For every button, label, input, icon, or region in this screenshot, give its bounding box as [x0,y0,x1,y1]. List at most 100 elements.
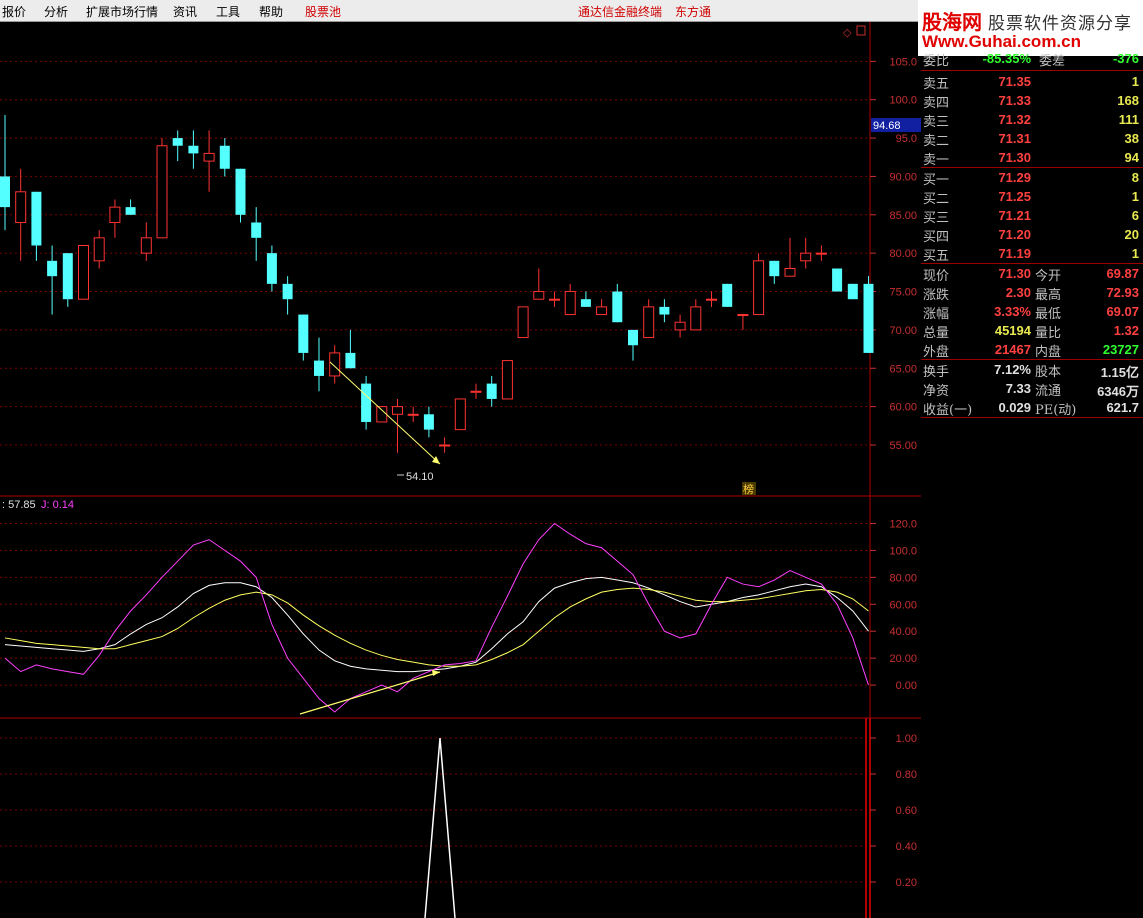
candle[interactable] [439,437,451,453]
candle[interactable] [298,314,309,361]
ask-row[interactable]: 卖五 71.35 1 [921,73,1143,92]
candle[interactable] [282,276,293,315]
bid-row[interactable]: 买五 71.19 1 [921,245,1143,264]
bid-row[interactable]: 买三 71.21 6 [921,207,1143,226]
candle[interactable] [564,283,576,316]
candle[interactable] [628,329,638,361]
candle[interactable] [549,291,560,307]
candle[interactable] [423,406,434,438]
ask-row[interactable]: 卖二 71.31 38 [921,130,1143,149]
candle[interactable] [314,337,324,392]
candle[interactable] [580,291,591,307]
candle[interactable] [78,244,89,300]
candle[interactable] [203,130,215,192]
stat-label: 今开 [1035,269,1062,284]
candle[interactable] [815,245,827,261]
candle[interactable] [345,329,356,369]
candle[interactable] [219,138,230,177]
candle[interactable] [376,406,388,423]
stat-label: 涨跌 [923,288,950,303]
candle[interactable] [470,383,482,399]
candle[interactable] [93,230,105,269]
menu-stock-pool[interactable]: 股票池 [305,3,341,20]
candle[interactable] [329,345,341,384]
candle[interactable] [674,314,686,338]
kdj-k-label: : 57.85 [2,499,36,511]
bid-row[interactable]: 买二 71.25 1 [921,188,1143,207]
ask-row[interactable]: 卖三 71.32 111 [921,111,1143,130]
candle[interactable] [706,291,717,307]
candle[interactable] [737,314,749,330]
candle[interactable] [643,299,655,339]
diamond-icon[interactable]: ◇ [843,26,852,39]
candle[interactable] [266,245,277,292]
menu-extended-market[interactable]: 扩展市场行情 [86,3,158,20]
candle[interactable] [251,207,262,261]
candle[interactable] [753,253,765,316]
candle[interactable] [62,253,73,307]
bid-price: 71.19 [998,246,1031,261]
candle[interactable] [140,222,152,261]
candle[interactable] [690,299,702,331]
candle[interactable] [612,283,623,323]
candle[interactable] [769,260,780,284]
stat-row: 总量 45194 量比 1.32 [921,322,1143,341]
stat-row: 涨跌 2.30 最高 72.93 [921,284,1143,303]
candle[interactable] [31,191,42,261]
candle[interactable] [172,130,183,162]
ask-volume: 111 [1118,112,1139,127]
candle[interactable] [0,115,10,231]
candle[interactable] [156,138,168,239]
ask-row[interactable]: 卖一 71.30 94 [921,149,1143,168]
stat-value: 45194 [994,323,1031,338]
menu-news[interactable]: 资讯 [173,3,197,20]
candle[interactable] [533,268,545,300]
logo-url: Www.Guhai.com.cn [922,32,1081,51]
candle[interactable] [722,283,733,307]
candle[interactable] [109,199,121,238]
stat-row: 现价 71.30 今开 69.87 [921,265,1143,284]
candle[interactable] [486,375,497,407]
ask-volume: 168 [1117,93,1139,108]
candle[interactable] [47,245,58,315]
candle[interactable] [235,168,246,223]
menu-analysis[interactable]: 分析 [44,3,68,20]
menu-quote[interactable]: 报价 [2,3,26,20]
candle[interactable] [188,130,199,169]
ask-label: 卖三 [923,115,950,130]
order-ratio-value: -85.35% [982,51,1031,66]
candle[interactable] [832,268,843,292]
rank-badge[interactable]: 榜 [743,482,754,496]
ask-row[interactable]: 卖四 71.33 168 [921,92,1143,111]
candle[interactable] [407,406,419,422]
menu-tools[interactable]: 工具 [216,3,240,20]
candle[interactable] [863,276,874,353]
candle[interactable] [517,306,529,339]
candle[interactable] [454,398,466,431]
kdj-tick-label: 60.00 [889,599,917,611]
stat-row: 外盘 21467 内盘 23727 [921,341,1143,360]
candle[interactable] [800,237,812,269]
ask-price: 71.31 [998,131,1031,146]
window-icon[interactable] [856,25,866,36]
kdj-tick-label: 80.00 [889,572,917,584]
kdj-j-label: J: 0.14 [41,499,74,511]
candle[interactable] [361,375,372,430]
bid-label: 买三 [923,211,950,226]
bid-row[interactable]: 买四 71.20 20 [921,226,1143,245]
candle[interactable] [659,299,670,323]
candle[interactable] [15,168,27,261]
menu-help[interactable]: 帮助 [259,3,283,20]
candle[interactable] [784,237,796,277]
candle[interactable] [847,283,858,300]
chart-area[interactable]: 105.0 100.0 95.0 90.00 85.00 80.00 75.00 70.00 6… [0,22,921,918]
candle[interactable] [596,299,608,316]
arrow-head-icon [432,670,440,676]
ask-price: 71.30 [998,150,1031,165]
fundamental-value: 1.15亿 [1100,365,1139,380]
candle[interactable] [501,360,513,400]
stat-label: 量比 [1035,326,1062,341]
bid-row[interactable]: 买一 71.29 8 [921,169,1143,188]
order-ratio-row: 委比 -85.35% 委差 -376 [921,50,1143,69]
candle[interactable] [125,199,136,215]
